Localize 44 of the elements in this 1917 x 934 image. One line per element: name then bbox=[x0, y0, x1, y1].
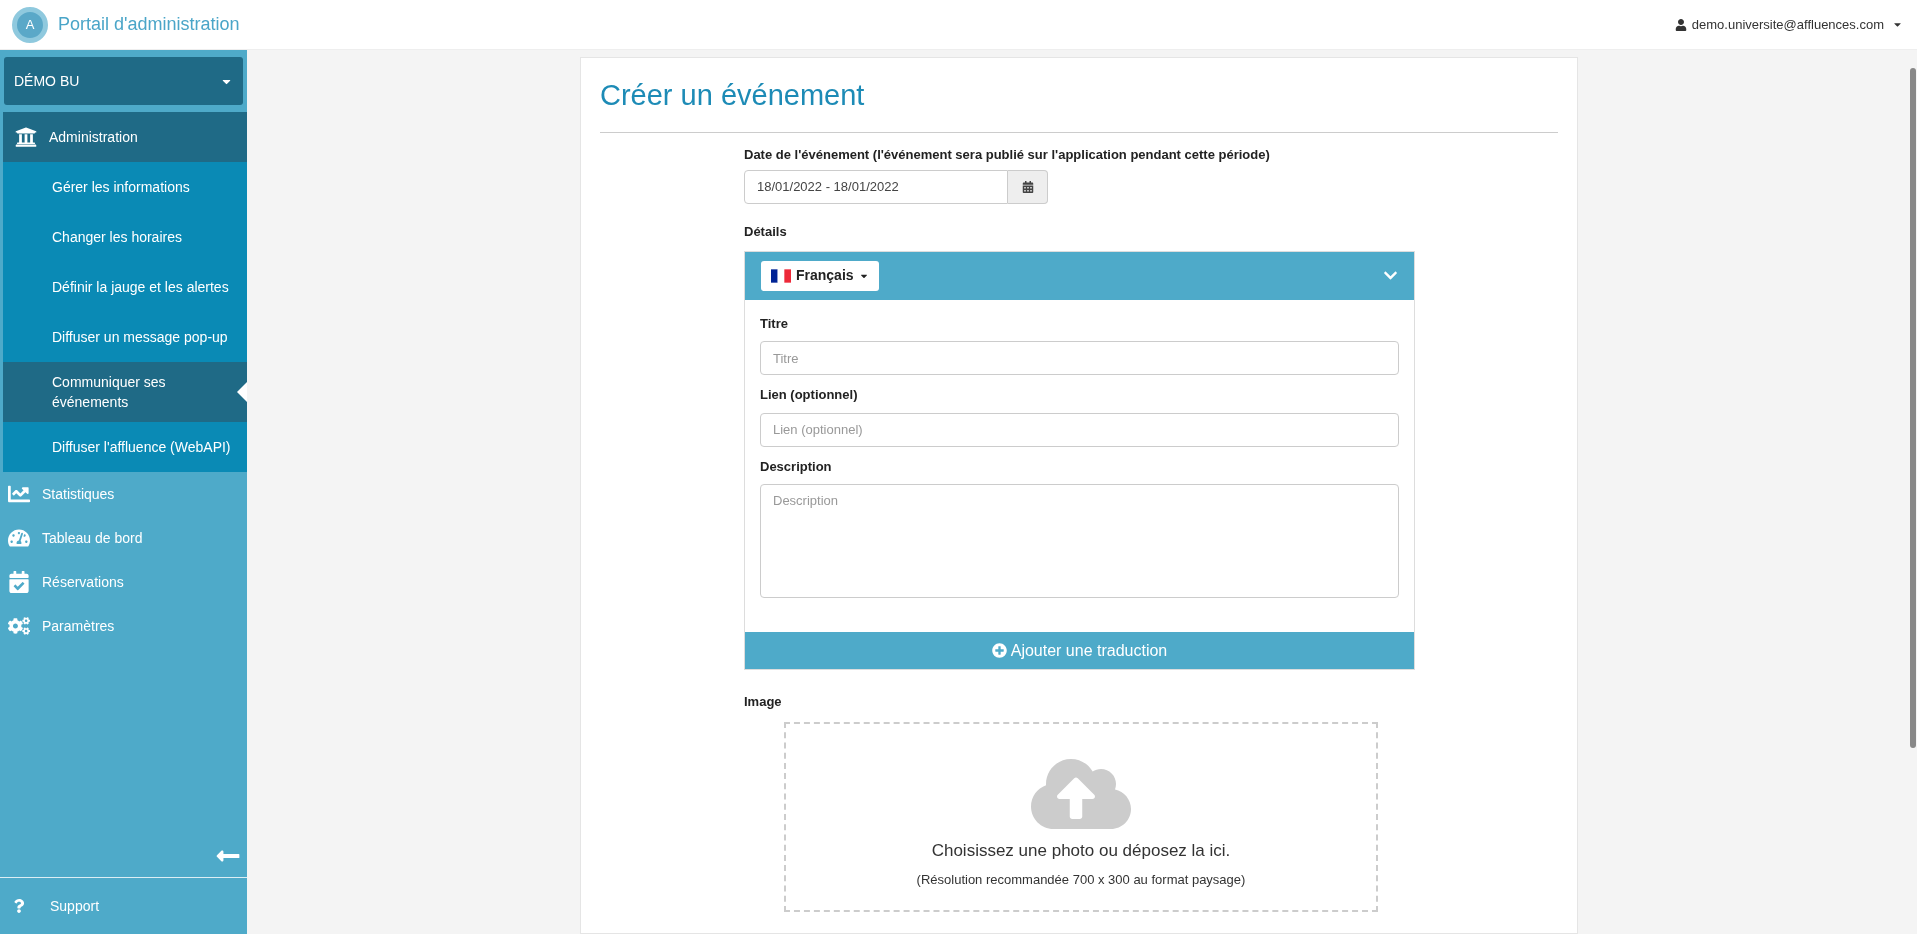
dropzone-prompt: Choisissez une photo ou déposez la ici. bbox=[931, 840, 1231, 862]
submenu-item[interactable]: Gérer les informations bbox=[3, 162, 247, 212]
submenu-item[interactable]: Diffuser un message pop-up bbox=[3, 312, 247, 362]
calendar-button[interactable] bbox=[1008, 170, 1048, 204]
nav-item[interactable]: Statistiques bbox=[0, 472, 247, 516]
calendar-icon bbox=[1021, 181, 1034, 193]
site-selector[interactable]: DÉMO BU bbox=[4, 57, 243, 105]
logo: A bbox=[12, 6, 48, 43]
submenu-item[interactable]: Définir la jauge et les alertes bbox=[3, 262, 247, 312]
bank-icon bbox=[15, 126, 37, 148]
text-field[interactable]: Lien (optionnel) bbox=[760, 412, 1399, 447]
field-label: Description bbox=[760, 457, 833, 476]
submenu-item[interactable]: Diffuser l'affluence (WebAPI) bbox=[3, 422, 247, 472]
nav-item[interactable]: Paramètres bbox=[0, 604, 247, 648]
gears-icon bbox=[8, 615, 30, 637]
submenu-item[interactable]: Communiquer ses événements bbox=[3, 362, 247, 422]
field-label: Lien (optionnel) bbox=[760, 386, 859, 404]
nav-item[interactable]: Réservations bbox=[0, 560, 247, 604]
date-range-field[interactable]: 18/01/2022 - 18/01/2022 bbox=[744, 170, 1008, 204]
text-field[interactable]: Titre bbox=[760, 341, 1399, 375]
user-menu[interactable]: demo.universite@affluences.com bbox=[1674, 14, 1903, 35]
user-icon bbox=[1674, 18, 1687, 31]
field-label: Titre bbox=[760, 314, 789, 333]
image-dropzone[interactable]: Choisissez une photo ou déposez la ici. (Résolution recommandée 700 x 300 au format paysage) bbox=[784, 721, 1378, 912]
pointer-icon bbox=[237, 382, 247, 402]
field-label: Détails bbox=[744, 223, 788, 241]
language-dropdown[interactable]: Français bbox=[761, 260, 879, 291]
help-icon bbox=[12, 899, 26, 913]
description-field[interactable]: Description bbox=[760, 484, 1399, 598]
app-title: Portail d'administration bbox=[58, 13, 240, 36]
submenu-item[interactable]: Changer les horaires bbox=[3, 212, 247, 262]
page-title: Créer un événement bbox=[600, 74, 1558, 133]
support-link[interactable]: Support bbox=[0, 878, 247, 934]
line-chart-icon bbox=[8, 483, 30, 505]
gauge-icon bbox=[8, 527, 30, 549]
field-label: Image bbox=[744, 693, 783, 711]
calendar-check-icon bbox=[8, 571, 30, 593]
nav-item[interactable]: Administration bbox=[3, 112, 247, 162]
field-label: Date de l'événement (l'événement sera publié sur l'application pendant cette période) bbox=[744, 145, 1271, 164]
add-translation-button[interactable]: Ajouter une traduction bbox=[745, 632, 1414, 669]
nav-item[interactable]: Tableau de bord bbox=[0, 516, 247, 560]
plus-icon bbox=[991, 643, 1007, 658]
flag-icon bbox=[771, 268, 791, 283]
dropzone-hint: (Résolution recommandée 700 x 300 au format paysage) bbox=[916, 870, 1246, 889]
